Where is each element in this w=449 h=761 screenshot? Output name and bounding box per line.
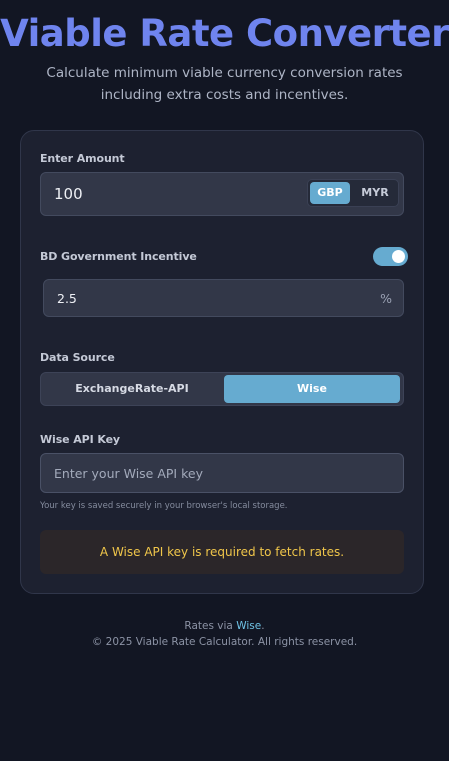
data-source-toggle: ExchangeRate-API Wise: [40, 372, 404, 406]
amount-value[interactable]: 100: [54, 185, 83, 203]
converter-card: Enter Amount 100 GBP MYR BD Government I…: [20, 130, 424, 594]
source-exchangerate-api-button[interactable]: ExchangeRate-API: [44, 375, 220, 403]
incentive-value[interactable]: 2.5: [57, 291, 77, 306]
api-key-label: Wise API Key: [40, 433, 121, 446]
percent-suffix: %: [380, 291, 392, 306]
currency-toggle: GBP MYR: [307, 179, 399, 207]
footer-rates-prefix: Rates via: [184, 620, 233, 632]
page: Viable Rate Converter Calculate minimum …: [0, 0, 449, 761]
footer-rates: Rates via Wise.: [0, 620, 449, 632]
incentive-toggle[interactable]: [373, 247, 408, 266]
incentive-label: BD Government Incentive: [40, 250, 197, 263]
page-title: Viable Rate Converter: [0, 12, 449, 55]
incentive-field[interactable]: 2.5 %: [43, 279, 404, 317]
api-key-hint: Your key is saved securely in your brows…: [40, 501, 288, 511]
api-key-required-alert: A Wise API key is required to fetch rate…: [40, 530, 404, 574]
data-source-label: Data Source: [40, 351, 115, 364]
currency-gbp-button[interactable]: GBP: [310, 182, 350, 204]
api-key-input[interactable]: [40, 453, 404, 493]
amount-field[interactable]: 100 GBP MYR: [40, 172, 404, 216]
source-wise-button[interactable]: Wise: [224, 375, 400, 403]
footer-rates-suffix: .: [261, 620, 265, 632]
footer-copyright: © 2025 Viable Rate Calculator. All right…: [91, 636, 358, 648]
wise-link[interactable]: Wise: [236, 620, 261, 632]
page-subtitle: Calculate minimum viable currency conver…: [46, 65, 403, 103]
currency-myr-button[interactable]: MYR: [355, 182, 395, 204]
toggle-knob: [392, 250, 405, 263]
amount-label: Enter Amount: [40, 152, 125, 165]
